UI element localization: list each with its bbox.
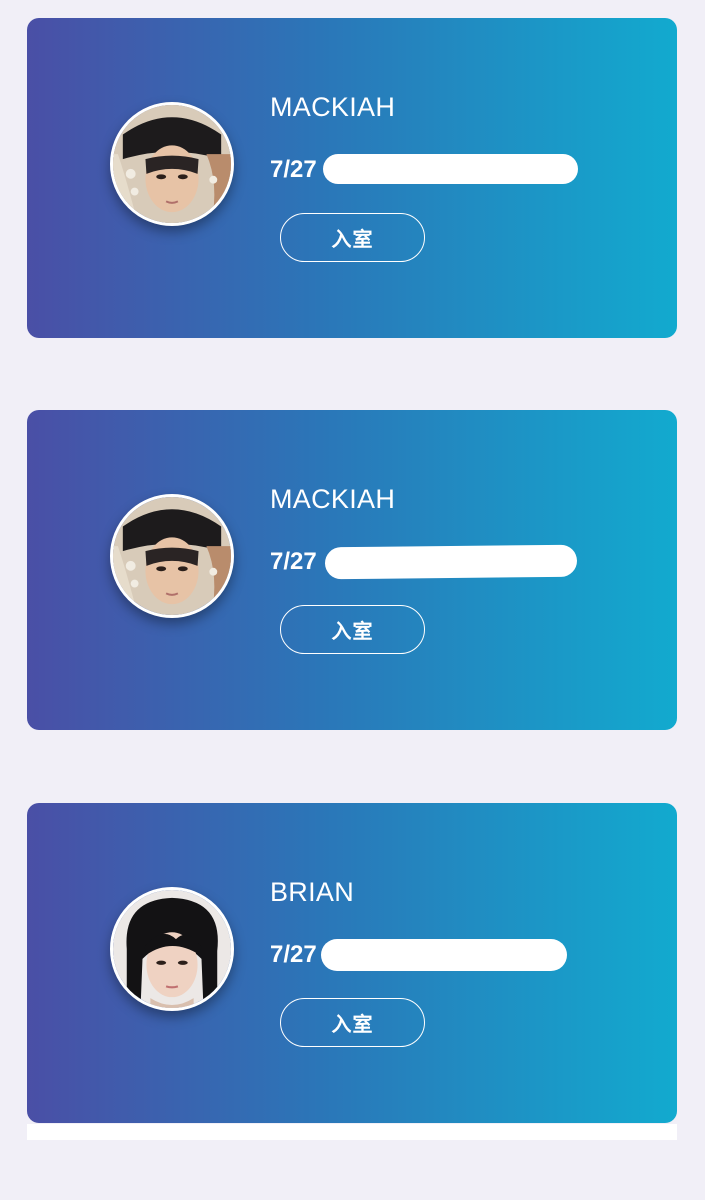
avatar bbox=[110, 887, 234, 1011]
date-row: 7/27 bbox=[270, 544, 590, 580]
member-name: MACKIAH bbox=[270, 92, 396, 122]
session-date: 7/27 bbox=[270, 548, 317, 575]
avatar-photo-beanie bbox=[113, 105, 231, 223]
member-name: BRIAN bbox=[270, 877, 355, 907]
avatar-photo-dark-hair bbox=[113, 890, 231, 1008]
session-date: 7/27 bbox=[270, 156, 317, 183]
redaction-mark bbox=[321, 939, 567, 971]
date-row: 7/27 bbox=[270, 154, 590, 188]
enter-room-button[interactable]: 入室 bbox=[280, 213, 425, 262]
redaction-mark bbox=[324, 544, 578, 580]
enter-room-button[interactable]: 入室 bbox=[280, 998, 425, 1047]
session-date: 7/27 bbox=[270, 941, 317, 968]
avatar-photo-beanie bbox=[113, 497, 231, 615]
date-row: 7/27 bbox=[270, 939, 590, 973]
session-card: BRIAN 7/27 入室 bbox=[27, 803, 677, 1123]
avatar bbox=[110, 102, 234, 226]
redaction-mark bbox=[323, 154, 578, 184]
session-card: MACKIAH 7/27 入室 bbox=[27, 18, 677, 338]
member-name: MACKIAH bbox=[270, 484, 396, 514]
list-footer bbox=[27, 1124, 677, 1140]
enter-room-button[interactable]: 入室 bbox=[280, 605, 425, 654]
avatar bbox=[110, 494, 234, 618]
session-card: MACKIAH 7/27 入室 bbox=[27, 410, 677, 730]
